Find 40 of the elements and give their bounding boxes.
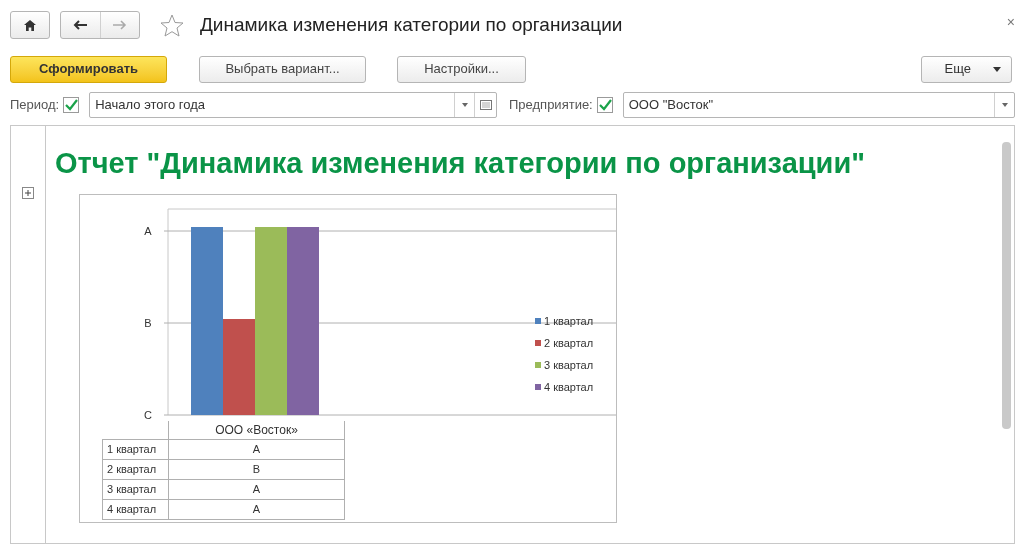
window-title: Динамика изменения категории по организации <box>200 12 623 37</box>
legend-label: 2 квартал <box>544 337 594 349</box>
table-cell: 2 квартал <box>102 459 169 480</box>
filter-label: Период: <box>10 96 60 115</box>
calendar-icon <box>479 100 492 110</box>
star-icon[interactable] <box>160 13 184 37</box>
table-header: ООО «Восток» <box>168 421 345 440</box>
toolbar-button[interactable]: Сформировать <box>10 55 167 83</box>
legend-label: 4 квартал <box>544 381 594 393</box>
toolbar-button[interactable]: Выбрать вариант... <box>199 55 366 83</box>
axis-label: B <box>144 317 152 329</box>
forward-arrow-icon <box>112 20 127 30</box>
table-cell: B <box>168 459 345 480</box>
checkbox[interactable] <box>596 97 613 113</box>
table-cell: A <box>168 499 345 520</box>
legend-label: 1 квартал <box>544 315 594 327</box>
select-field[interactable]: ООО "Восток" <box>622 92 1015 118</box>
report-title: Отчет "Динамика изменения категории по организации" <box>55 146 866 180</box>
legend-label: 3 квартал <box>544 359 594 371</box>
toolbar-button[interactable]: Настройки... <box>397 55 526 83</box>
dropdown-caret-icon <box>1001 103 1008 107</box>
axis-label: A <box>144 225 152 237</box>
table-cell: 3 квартал <box>102 479 169 500</box>
axis-label: C <box>144 409 152 421</box>
select-field[interactable]: Начало этого года <box>89 92 497 118</box>
scrollbar-thumb[interactable] <box>1001 142 1011 429</box>
caret-icon <box>993 66 1001 72</box>
close-button[interactable]: × <box>1006 12 1015 33</box>
checkbox[interactable] <box>63 97 80 113</box>
home-icon <box>24 19 36 31</box>
table-cell: 1 квартал <box>102 439 169 460</box>
table-cell: A <box>168 439 345 460</box>
more-button[interactable]: Еще <box>921 55 1012 83</box>
home-button[interactable] <box>10 11 50 39</box>
table-cell: A <box>168 479 345 500</box>
table-cell: 4 квартал <box>102 499 169 520</box>
back-arrow-icon <box>73 20 88 30</box>
dropdown-caret-icon <box>461 103 468 107</box>
expand-icon[interactable] <box>22 187 34 199</box>
filter-label: Предприятие: <box>509 96 593 115</box>
